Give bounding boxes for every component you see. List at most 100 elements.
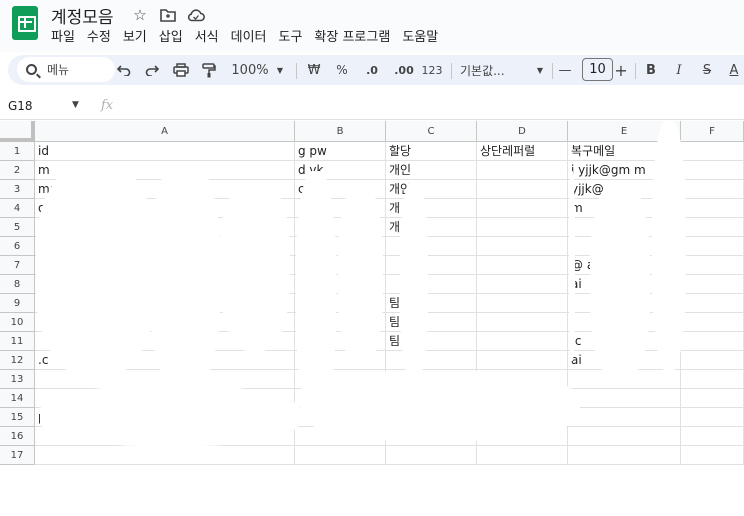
chevron-down-icon[interactable]: ▼ bbox=[72, 100, 79, 110]
percent-format-button[interactable]: % bbox=[334, 59, 350, 81]
row-header[interactable]: 14 bbox=[0, 389, 35, 408]
cell-f9[interactable] bbox=[681, 294, 744, 313]
menu-format[interactable]: 서식 bbox=[195, 26, 225, 45]
cell-f4[interactable] bbox=[681, 199, 744, 218]
menu-data[interactable]: 데이터 bbox=[231, 26, 273, 45]
redo-icon[interactable] bbox=[143, 59, 161, 81]
row-header[interactable]: 9 bbox=[0, 294, 35, 313]
menu-view[interactable]: 보기 bbox=[123, 26, 153, 45]
column-header-c[interactable]: C bbox=[386, 121, 477, 142]
row-header[interactable]: 10 bbox=[0, 313, 35, 332]
cell-f11[interactable] bbox=[681, 332, 744, 351]
decrease-decimal-button[interactable]: .0 bbox=[362, 59, 382, 81]
more-formats-button[interactable]: 123 bbox=[421, 59, 443, 81]
cell-a1[interactable]: id bbox=[35, 142, 295, 161]
move-to-folder-icon[interactable] bbox=[158, 5, 178, 25]
cell-f2[interactable] bbox=[681, 161, 744, 180]
cell-f13[interactable] bbox=[681, 370, 744, 389]
cell-e17[interactable] bbox=[568, 446, 681, 465]
cell-c4[interactable]: 개 bbox=[386, 199, 477, 218]
cell-f1[interactable] bbox=[681, 142, 744, 161]
bold-button[interactable]: B bbox=[642, 59, 660, 81]
paint-format-icon[interactable] bbox=[200, 59, 218, 81]
star-icon[interactable]: ☆ bbox=[130, 5, 150, 25]
cell-d6[interactable] bbox=[477, 237, 568, 256]
row-header[interactable]: 5 bbox=[0, 218, 35, 237]
menu-edit[interactable]: 수정 bbox=[87, 26, 117, 45]
cell-c1[interactable]: 할당 bbox=[386, 142, 477, 161]
font-size-input[interactable]: 10 bbox=[582, 58, 613, 81]
cell-f17[interactable] bbox=[681, 446, 744, 465]
menu-tools[interactable]: 도구 bbox=[279, 26, 309, 45]
cell-f10[interactable] bbox=[681, 313, 744, 332]
cell-d8[interactable] bbox=[477, 275, 568, 294]
row-header[interactable]: 1 bbox=[0, 142, 35, 161]
font-family-select[interactable]: 기본값... bbox=[460, 59, 532, 81]
row-header[interactable]: 11 bbox=[0, 332, 35, 351]
undo-icon[interactable] bbox=[115, 59, 133, 81]
chevron-down-icon[interactable]: ▼ bbox=[535, 59, 545, 81]
strikethrough-button[interactable]: S bbox=[698, 59, 716, 81]
row-header[interactable]: 6 bbox=[0, 237, 35, 256]
increase-decimal-button[interactable]: .00 bbox=[392, 59, 416, 81]
menu-file[interactable]: 파일 bbox=[51, 26, 81, 45]
menu-insert[interactable]: 삽입 bbox=[159, 26, 189, 45]
cell-c12[interactable] bbox=[386, 351, 477, 370]
cell-f7[interactable] bbox=[681, 256, 744, 275]
row-header[interactable]: 16 bbox=[0, 427, 35, 446]
cell-d3[interactable] bbox=[477, 180, 568, 199]
cell-f5[interactable] bbox=[681, 218, 744, 237]
menu-help[interactable]: 도움말 bbox=[402, 26, 444, 45]
row-header[interactable]: 12 bbox=[0, 351, 35, 370]
column-header-d[interactable]: D bbox=[477, 121, 568, 142]
row-header[interactable]: 17 bbox=[0, 446, 35, 465]
row-header[interactable]: 4 bbox=[0, 199, 35, 218]
row-header[interactable]: 8 bbox=[0, 275, 35, 294]
cell-d10[interactable] bbox=[477, 313, 568, 332]
cell-f15[interactable] bbox=[681, 408, 744, 427]
cell-d11[interactable] bbox=[477, 332, 568, 351]
cell-d9[interactable] bbox=[477, 294, 568, 313]
cell-d5[interactable] bbox=[477, 218, 568, 237]
search-menus-input[interactable]: 메뉴 bbox=[17, 57, 115, 82]
row-header[interactable]: 2 bbox=[0, 161, 35, 180]
cell-d12[interactable] bbox=[477, 351, 568, 370]
cell-b1[interactable]: g pw bbox=[295, 142, 386, 161]
cell-d2[interactable] bbox=[477, 161, 568, 180]
column-header-a[interactable]: A bbox=[35, 121, 295, 142]
cell-a17[interactable] bbox=[35, 446, 295, 465]
cell-c11[interactable]: 팀 bbox=[386, 332, 477, 351]
cell-e16[interactable] bbox=[568, 427, 681, 446]
font-size-decrease-button[interactable]: — bbox=[556, 59, 574, 81]
cell-d7[interactable] bbox=[477, 256, 568, 275]
cell-d4[interactable] bbox=[477, 199, 568, 218]
name-box[interactable]: G18 bbox=[8, 99, 33, 113]
cell-f3[interactable] bbox=[681, 180, 744, 199]
cloud-status-icon[interactable] bbox=[186, 5, 206, 25]
chevron-down-icon[interactable]: ▼ bbox=[274, 59, 286, 81]
sheets-logo-icon[interactable] bbox=[12, 6, 38, 40]
column-header-f[interactable]: F bbox=[681, 121, 744, 142]
font-size-increase-button[interactable]: + bbox=[612, 59, 630, 81]
column-header-b[interactable]: B bbox=[295, 121, 386, 142]
row-header[interactable]: 13 bbox=[0, 370, 35, 389]
cell-d17[interactable] bbox=[477, 446, 568, 465]
select-all-corner[interactable] bbox=[0, 121, 35, 142]
cell-c17[interactable] bbox=[386, 446, 477, 465]
document-title[interactable]: 계정모음 bbox=[51, 3, 114, 28]
italic-button[interactable]: I bbox=[670, 59, 688, 81]
cell-f8[interactable] bbox=[681, 275, 744, 294]
cell-f14[interactable] bbox=[681, 389, 744, 408]
row-header[interactable]: 3 bbox=[0, 180, 35, 199]
cell-c3[interactable]: 개인 bbox=[386, 180, 477, 199]
text-color-button[interactable]: A bbox=[726, 59, 742, 81]
cell-b17[interactable] bbox=[295, 446, 386, 465]
cell-e15[interactable] bbox=[568, 408, 681, 427]
print-icon[interactable] bbox=[171, 59, 191, 81]
cell-f6[interactable] bbox=[681, 237, 744, 256]
zoom-select[interactable]: 100% bbox=[230, 59, 270, 81]
row-header[interactable]: 15 bbox=[0, 408, 35, 427]
cell-d1[interactable]: 상단레퍼럴 bbox=[477, 142, 568, 161]
currency-format-button[interactable]: ₩ bbox=[306, 59, 322, 81]
cell-c2[interactable]: 개인 bbox=[386, 161, 477, 180]
